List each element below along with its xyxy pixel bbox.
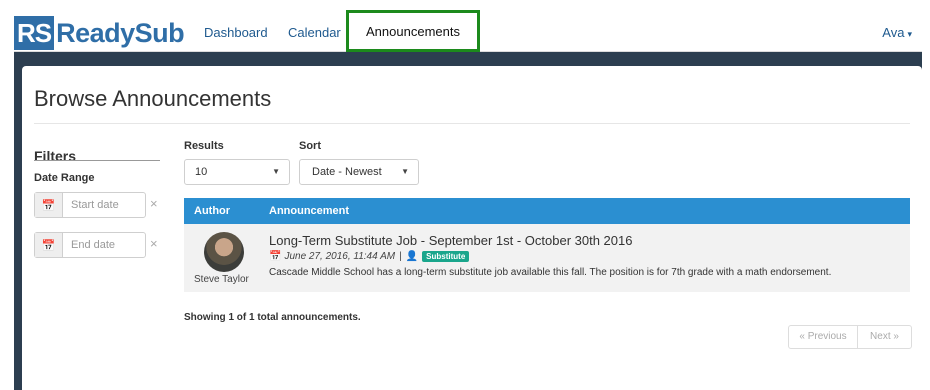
author-name: Steve Taylor (194, 274, 249, 285)
column-author: Author (194, 205, 231, 217)
nav-announcements[interactable]: Announcements (346, 10, 480, 52)
user-menu[interactable]: Ava ▾ (882, 14, 912, 52)
previous-page-button[interactable]: « Previous (788, 325, 858, 349)
category-badge: Substitute (422, 251, 470, 262)
announcement-date: June 27, 2016, 11:44 AM (284, 251, 396, 262)
page-title: Browse Announcements (34, 86, 272, 111)
clear-start-date-icon[interactable]: × (150, 196, 158, 211)
user-name: Ava (882, 25, 905, 40)
calendar-icon[interactable]: 📅 (35, 233, 63, 257)
main-panel: Browse Announcements Filters Date Range … (22, 66, 922, 390)
meta-separator: | (399, 251, 402, 262)
nav-dashboard[interactable]: Dashboard (204, 14, 268, 52)
end-date-input[interactable]: End date (63, 233, 145, 257)
announcement-meta: 📅 June 27, 2016, 11:44 AM | 👤 Substitute (269, 251, 470, 262)
brand-logo[interactable]: RS ReadySub (14, 14, 185, 52)
column-announcement: Announcement (269, 205, 350, 217)
chevron-down-icon: ▼ (401, 167, 409, 176)
start-date-input[interactable]: Start date (63, 193, 145, 217)
brand-initials: RS (14, 16, 55, 50)
results-summary: Showing 1 of 1 total announcements. (184, 312, 361, 323)
table-header: Author Announcement (184, 198, 910, 224)
calendar-icon[interactable]: 📅 (35, 193, 63, 217)
results-select-value: 10 (195, 166, 208, 178)
top-navbar: RS ReadySub Dashboard Calendar Announcem… (14, 10, 922, 52)
date-range-label: Date Range (34, 172, 95, 184)
results-label: Results (184, 140, 224, 152)
chevron-down-icon: ▼ (272, 167, 280, 176)
end-date-group: 📅 End date (34, 232, 146, 258)
nav-calendar[interactable]: Calendar (288, 14, 341, 52)
chevron-down-icon: ▾ (907, 29, 912, 39)
brand-name: ReadySub (56, 18, 185, 48)
filters-heading: Filters (34, 148, 77, 164)
start-date-group: 📅 Start date (34, 192, 146, 218)
user-icon: 👤 (405, 251, 419, 262)
results-select[interactable]: 10 ▼ (184, 159, 290, 185)
avatar (204, 232, 244, 272)
calendar-icon: 📅 (269, 251, 282, 262)
next-page-button[interactable]: Next » (857, 325, 912, 349)
table-row[interactable]: Steve Taylor Long-Term Substitute Job - … (184, 224, 910, 292)
filters-divider (34, 160, 160, 161)
sort-select-value: Date - Newest (312, 166, 382, 178)
sort-label: Sort (299, 140, 321, 152)
title-divider (34, 123, 910, 124)
announcement-title[interactable]: Long-Term Substitute Job - September 1st… (269, 233, 632, 248)
sort-select[interactable]: Date - Newest ▼ (299, 159, 419, 185)
announcement-body: Cascade Middle School has a long-term su… (269, 267, 832, 278)
clear-end-date-icon[interactable]: × (150, 236, 158, 251)
